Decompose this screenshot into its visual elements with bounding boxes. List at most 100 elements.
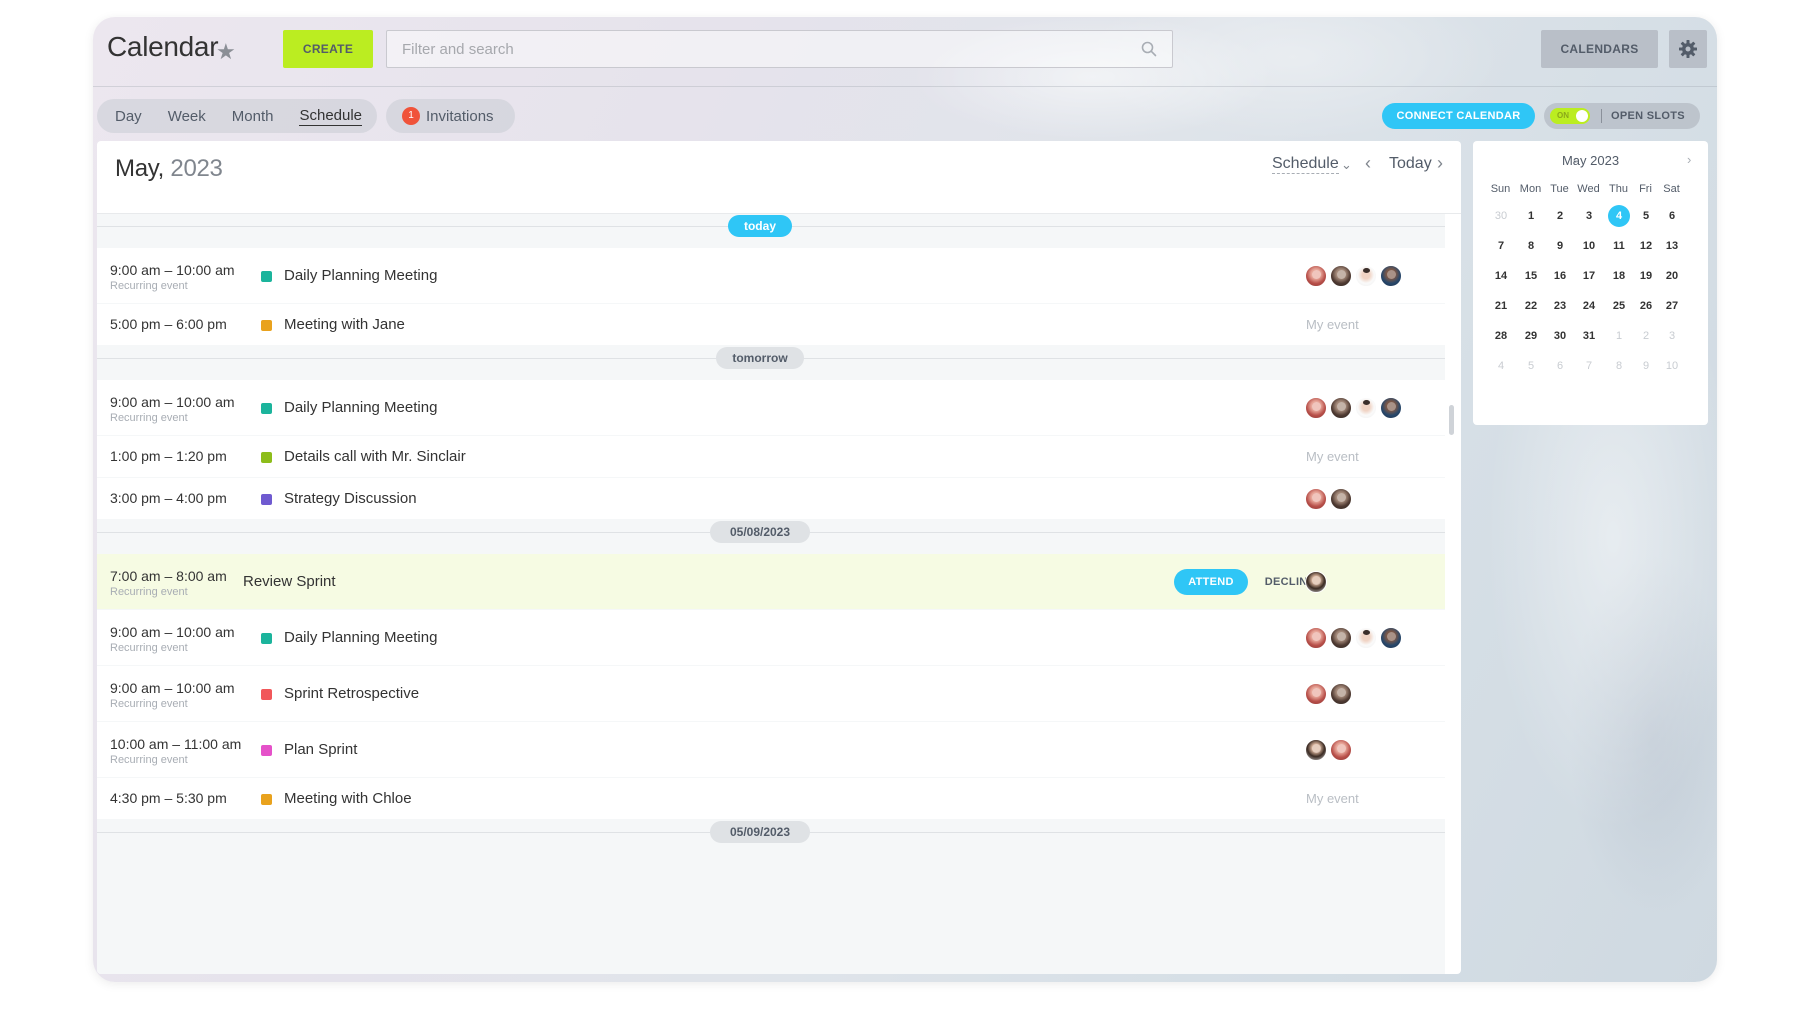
mini-calendar-day[interactable]: 22 xyxy=(1520,295,1542,317)
open-slots-toggle[interactable]: ON xyxy=(1550,108,1590,124)
mini-calendar-day[interactable]: 25 xyxy=(1608,295,1630,317)
mini-calendar-day[interactable]: 6 xyxy=(1661,205,1683,227)
avatar[interactable] xyxy=(1330,396,1352,419)
chevron-right-icon[interactable]: › xyxy=(1437,153,1443,174)
avatar[interactable] xyxy=(1305,738,1327,761)
event-title[interactable]: Daily Planning Meeting xyxy=(284,399,437,416)
chevron-right-icon[interactable]: › xyxy=(1687,152,1691,167)
event-title[interactable]: Sprint Retrospective xyxy=(284,685,419,702)
mini-calendar-day[interactable]: 14 xyxy=(1490,265,1512,287)
mini-calendar-day[interactable]: 24 xyxy=(1578,295,1600,317)
avatar[interactable] xyxy=(1380,626,1402,649)
open-slots-button[interactable]: OPEN SLOTS xyxy=(1611,110,1685,122)
event-row[interactable]: 9:00 am – 10:00 am Recurring event Daily P… xyxy=(97,380,1445,435)
event-title[interactable]: Review Sprint xyxy=(243,573,336,590)
today-button[interactable]: Today xyxy=(1389,155,1432,173)
mini-calendar-day[interactable]: 29 xyxy=(1520,325,1542,347)
avatar[interactable] xyxy=(1305,264,1327,287)
settings-button[interactable] xyxy=(1669,30,1707,68)
mini-calendar-day[interactable]: 23 xyxy=(1549,295,1571,317)
tab-day[interactable]: Day xyxy=(115,108,142,125)
event-title[interactable]: Meeting with Chloe xyxy=(284,790,412,807)
mini-calendar-day[interactable]: 5 xyxy=(1520,355,1542,377)
event-row[interactable]: 3:00 pm – 4:00 pm Strategy Discussion xyxy=(97,478,1445,519)
event-row[interactable]: 5:00 pm – 6:00 pm Meeting with Jane My eve… xyxy=(97,304,1445,345)
avatar[interactable] xyxy=(1305,396,1327,419)
attend-button[interactable]: ATTEND xyxy=(1174,568,1248,595)
event-row[interactable]: 9:00 am – 10:00 am Recurring event Sprint … xyxy=(97,666,1445,721)
mini-calendar-day[interactable]: 16 xyxy=(1549,265,1571,287)
mini-calendar-day[interactable]: 4 xyxy=(1490,355,1512,377)
avatar[interactable] xyxy=(1330,487,1352,510)
mini-calendar-day[interactable]: 2 xyxy=(1549,205,1571,227)
avatar[interactable] xyxy=(1305,682,1327,705)
avatar[interactable] xyxy=(1305,487,1327,510)
create-button[interactable]: CREATE xyxy=(283,30,373,68)
mini-calendar-day[interactable]: 10 xyxy=(1661,355,1683,377)
event-title[interactable]: Strategy Discussion xyxy=(284,490,417,507)
avatar[interactable] xyxy=(1305,570,1327,593)
avatar[interactable] xyxy=(1380,264,1402,287)
mini-calendar-day[interactable]: 11 xyxy=(1608,235,1630,257)
mini-calendar-day[interactable]: 4 xyxy=(1608,205,1630,227)
tab-week[interactable]: Week xyxy=(168,108,206,125)
event-title[interactable]: Daily Planning Meeting xyxy=(284,267,437,284)
scrollbar[interactable] xyxy=(1449,405,1454,435)
event-title[interactable]: Daily Planning Meeting xyxy=(284,629,437,646)
mini-calendar-day[interactable]: 30 xyxy=(1490,205,1512,227)
avatar[interactable] xyxy=(1355,396,1377,419)
mini-calendar-day[interactable]: 13 xyxy=(1661,235,1683,257)
mini-calendar-day[interactable]: 3 xyxy=(1661,325,1683,347)
mini-calendar-day[interactable]: 7 xyxy=(1490,235,1512,257)
mini-calendar-day[interactable]: 27 xyxy=(1661,295,1683,317)
mini-calendar-day[interactable]: 1 xyxy=(1520,205,1542,227)
calendars-button[interactable]: CALENDARS xyxy=(1541,30,1658,68)
star-icon[interactable]: ★ xyxy=(216,39,236,65)
chevron-left-icon[interactable]: ‹ xyxy=(1365,153,1371,174)
mini-calendar-day[interactable]: 30 xyxy=(1549,325,1571,347)
event-row[interactable]: 10:00 am – 11:00 am Recurring event Plan S… xyxy=(97,722,1445,777)
avatar[interactable] xyxy=(1330,264,1352,287)
mini-calendar-day[interactable]: 10 xyxy=(1578,235,1600,257)
event-title[interactable]: Meeting with Jane xyxy=(284,316,405,333)
event-row[interactable]: 4:30 pm – 5:30 pm Meeting with Chloe My ev… xyxy=(97,778,1445,819)
mini-calendar-day[interactable]: 26 xyxy=(1635,295,1657,317)
mini-calendar-day[interactable]: 15 xyxy=(1520,265,1542,287)
mini-calendar-day[interactable]: 19 xyxy=(1635,265,1657,287)
tab-month[interactable]: Month xyxy=(232,108,274,125)
avatar[interactable] xyxy=(1330,626,1352,649)
tab-schedule[interactable]: Schedule xyxy=(299,107,363,126)
event-title[interactable]: Plan Sprint xyxy=(284,741,357,758)
search-input[interactable] xyxy=(387,31,1172,67)
mini-calendar-day[interactable]: 1 xyxy=(1608,325,1630,347)
search-icon[interactable] xyxy=(1140,40,1158,58)
connect-calendar-button[interactable]: CONNECT CALENDAR xyxy=(1382,103,1535,129)
event-title[interactable]: Details call with Mr. Sinclair xyxy=(284,448,466,465)
mini-calendar-day[interactable]: 5 xyxy=(1635,205,1657,227)
event-row[interactable]: 9:00 am – 10:00 am Recurring event Daily P… xyxy=(97,610,1445,665)
mini-calendar-day[interactable]: 3 xyxy=(1578,205,1600,227)
avatar[interactable] xyxy=(1355,264,1377,287)
mini-calendar-day[interactable]: 21 xyxy=(1490,295,1512,317)
mini-calendar-day[interactable]: 8 xyxy=(1520,235,1542,257)
mini-calendar-day[interactable]: 8 xyxy=(1608,355,1630,377)
view-select[interactable]: Schedule xyxy=(1272,155,1339,174)
avatar[interactable] xyxy=(1330,738,1352,761)
avatar[interactable] xyxy=(1330,682,1352,705)
mini-calendar-day[interactable]: 28 xyxy=(1490,325,1512,347)
mini-calendar-day[interactable]: 9 xyxy=(1549,235,1571,257)
event-row[interactable]: 7:00 am – 8:00 am Recurring event Review S… xyxy=(97,554,1445,609)
mini-calendar-day[interactable]: 12 xyxy=(1635,235,1657,257)
mini-calendar-day[interactable]: 18 xyxy=(1608,265,1630,287)
chevron-down-icon[interactable]: ⌄ xyxy=(1341,157,1352,173)
event-row[interactable]: 9:00 am – 10:00 am Recurring event Daily P… xyxy=(97,248,1445,303)
mini-calendar-day[interactable]: 20 xyxy=(1661,265,1683,287)
mini-calendar-day[interactable]: 17 xyxy=(1578,265,1600,287)
avatar[interactable] xyxy=(1355,626,1377,649)
mini-calendar-day[interactable]: 9 xyxy=(1635,355,1657,377)
avatar[interactable] xyxy=(1380,396,1402,419)
event-row[interactable]: 1:00 pm – 1:20 pm Details call with Mr. S… xyxy=(97,436,1445,477)
mini-calendar-day[interactable]: 31 xyxy=(1578,325,1600,347)
avatar[interactable] xyxy=(1305,626,1327,649)
mini-calendar-day[interactable]: 2 xyxy=(1635,325,1657,347)
